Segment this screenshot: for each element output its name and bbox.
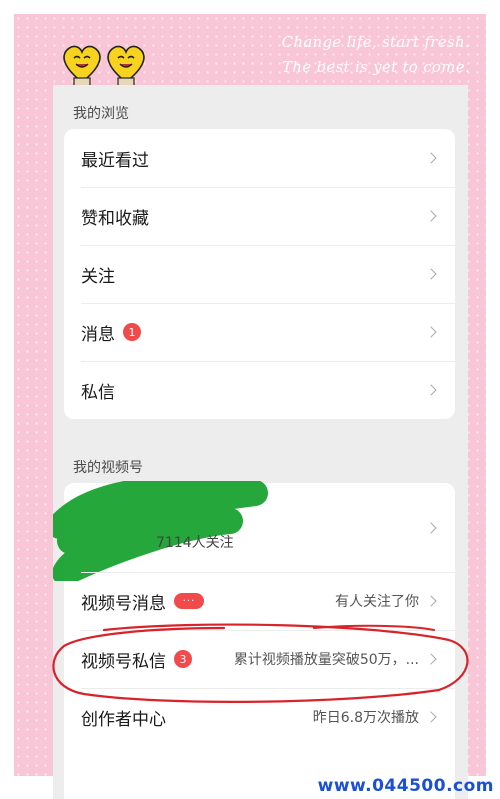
slogan-line-1: Change life, start fresh. (281, 33, 470, 51)
unread-count-badge: 1 (123, 323, 141, 341)
browse-card: 最近看过 赞和收藏 关注 消息 1 私信 (64, 129, 455, 419)
settings-panel: 我的浏览 最近看过 赞和收藏 关注 消息 1 私信 我的视频号 7114人关注 … (53, 85, 468, 799)
chevron-right-icon (425, 384, 437, 396)
browse-item-label: 消息 (81, 324, 115, 345)
browse-item-messages[interactable]: 消息 1 (64, 303, 455, 361)
chevron-right-icon (425, 268, 437, 280)
browse-item-recently-viewed[interactable]: 最近看过 (64, 129, 455, 187)
chevron-right-icon (425, 521, 437, 534)
channel-item-value: 有人关注了你 (335, 594, 419, 610)
browse-item-label: 关注 (81, 266, 115, 287)
channel-item-value: 昨日6.8万次播放 (312, 710, 419, 726)
channels-section-title: 我的视频号 (73, 460, 143, 476)
slogan-line-2: The best is yet to come. (281, 58, 470, 76)
browse-item-label: 最近看过 (81, 150, 149, 171)
chevron-right-icon (425, 326, 437, 338)
channel-item-label: 创作者中心 (81, 709, 166, 730)
chevron-right-icon (425, 653, 437, 665)
channels-card: 7114人关注 视频号消息 ··· 有人关注了你 视频号私信 3 累计视频播放量… (53, 481, 455, 799)
channel-item-label: 视频号私信 (81, 651, 166, 672)
more-dots-badge: ··· (174, 593, 204, 609)
browse-item-likes-favorites[interactable]: 赞和收藏 (64, 187, 455, 245)
follower-count: 7114人关注 (156, 535, 234, 551)
browse-item-label: 私信 (81, 382, 115, 403)
browse-section-title: 我的浏览 (73, 106, 129, 122)
redaction-scribble-icon (53, 481, 268, 581)
slogan-text: Change life, start fresh. The best is ye… (282, 30, 470, 80)
channel-item-creator-center[interactable]: 创作者中心 昨日6.8万次播放 (64, 688, 455, 746)
channel-item-label: 视频号消息 (81, 593, 166, 614)
browse-item-private-messages[interactable]: 私信 (64, 361, 455, 419)
chevron-right-icon (425, 152, 437, 164)
browse-item-following[interactable]: 关注 (64, 245, 455, 303)
chevron-right-icon (425, 711, 437, 723)
chevron-right-icon (425, 595, 437, 607)
channel-profile-row[interactable]: 7114人关注 (53, 481, 455, 581)
browse-item-label: 赞和收藏 (81, 208, 149, 229)
site-watermark: www.044500.com (317, 776, 494, 796)
channel-item-value: 累计视频播放量突破50万，... (233, 652, 419, 668)
unread-count-badge: 3 (174, 650, 192, 668)
chevron-right-icon (425, 210, 437, 222)
channel-item-private-messages[interactable]: 视频号私信 3 累计视频播放量突破50万，... (64, 630, 455, 688)
channel-item-notifications[interactable]: 视频号消息 ··· 有人关注了你 (64, 572, 455, 630)
